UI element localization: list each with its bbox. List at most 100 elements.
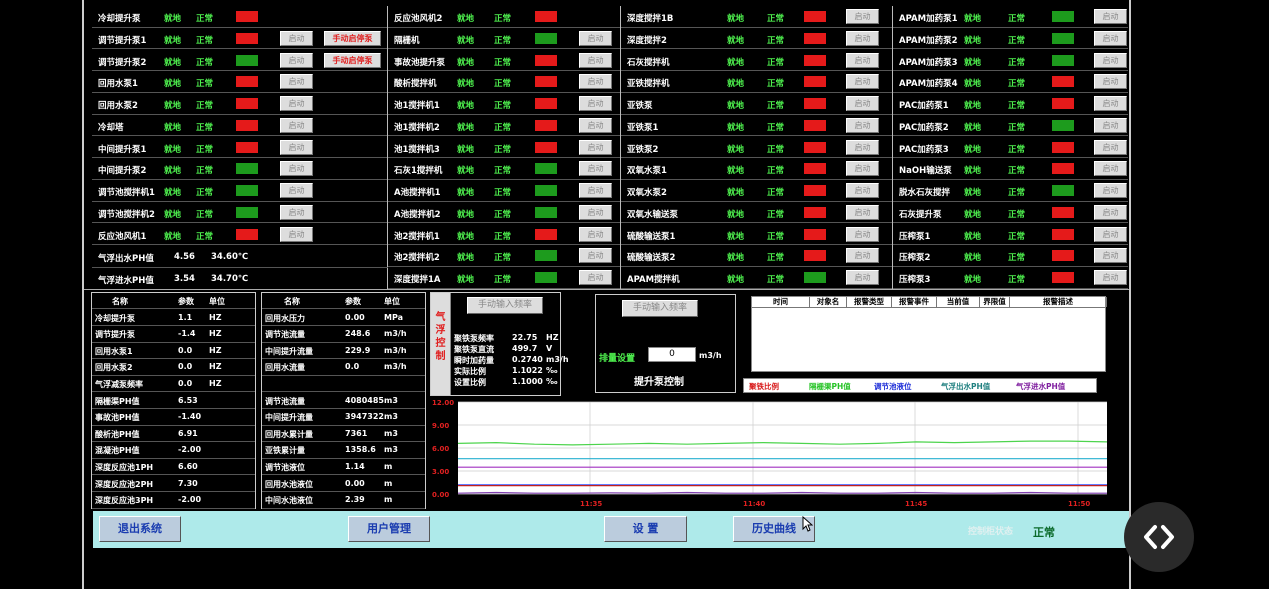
start-button[interactable]: 启动 [579,270,612,285]
equipment-name: APAM加药泵1 [899,14,958,24]
start-button[interactable]: 启动 [280,226,313,242]
x-tick-label: 11:50 [1068,500,1090,508]
vertical-label-char: 制 [435,351,446,362]
start-button[interactable]: 启动 [1094,9,1127,24]
chart-legend: 聚铁比例 隔栅渠PH值 调节池液位 气浮出水PH值 气浮进水PH值 [743,378,1097,393]
mode-label: 就地 [964,79,982,90]
mode-label: 就地 [964,209,982,220]
manual-start-stop-button[interactable]: 手动启停泵 [324,30,381,46]
status-label: 正常 [196,14,214,24]
start-button[interactable]: 启动 [846,161,879,177]
mode-label: 就地 [727,209,745,220]
start-button[interactable]: 启动 [579,139,612,155]
start-button[interactable]: 启动 [1094,96,1127,111]
start-button[interactable]: 启动 [579,226,612,242]
start-button[interactable]: 启动 [579,74,612,90]
start-button[interactable]: 启动 [1094,30,1127,46]
param-name: 亚铁累计量 [265,446,305,456]
y-tick-label: 12.00 [432,399,454,407]
start-button[interactable]: 启动 [280,139,313,155]
table-row: 气浮减泵频率 0.0 HZ [92,376,255,393]
start-button[interactable]: 启动 [280,204,313,220]
mode-label: 就地 [964,188,982,198]
start-button[interactable]: 启动 [280,183,313,198]
alarm-table[interactable]: 时间 对象名 报警类型 报警事件 当前值 界限值 报警描述 [751,296,1107,372]
mode-label: 就地 [164,35,182,46]
start-button[interactable]: 启动 [1094,74,1127,90]
start-button[interactable]: 启动 [846,139,879,155]
manual-start-stop-button[interactable]: 手动启停泵 [324,52,381,68]
settings-button[interactable]: 设 置 [604,516,687,542]
start-button[interactable]: 启动 [1094,183,1127,198]
start-button[interactable]: 启动 [1094,52,1127,68]
exit-system-button[interactable]: 退出系统 [99,516,181,542]
start-button[interactable]: 启动 [579,204,612,220]
start-button[interactable]: 启动 [280,30,313,46]
status-label: 正常 [1008,79,1026,90]
start-button[interactable]: 启动 [579,30,612,46]
status-indicator [535,54,557,66]
start-button[interactable]: 启动 [846,30,879,46]
status-label: 正常 [1008,57,1026,68]
flow-setting-input[interactable]: 0 [648,347,696,362]
start-button[interactable]: 启动 [280,52,313,68]
start-button[interactable]: 启动 [1094,161,1127,177]
start-button[interactable]: 启动 [579,96,612,111]
equipment-row: APAM加药泵1 就地 正常 启动 [893,6,1128,28]
start-button[interactable]: 启动 [579,52,612,68]
mode-label: 就地 [457,79,475,90]
start-button[interactable]: 启动 [1094,204,1127,220]
start-button[interactable]: 启动 [579,117,612,133]
manual-frequency-button[interactable]: 手动输入频率 [467,297,543,314]
status-indicator [535,272,557,283]
equipment-row: NaOH输送泵 就地 正常 启动 [893,158,1128,180]
start-button[interactable]: 启动 [846,183,879,198]
start-button[interactable]: 启动 [846,117,879,133]
status-label: 正常 [767,79,785,90]
table-row: 调节池流量 248.6 m3/h [262,326,425,343]
status-label: 正常 [1008,188,1026,198]
status-label: 正常 [767,275,785,285]
mode-label: 就地 [457,57,475,68]
vertical-label-char: 控 [435,338,446,349]
start-button[interactable]: 启动 [1094,226,1127,242]
column-header: 参数 [345,297,361,306]
status-label: 正常 [494,122,512,133]
equipment-row: 调节提升泵1 就地 正常 启动 手动启停泵 [92,28,387,50]
param-name: 气浮减泵频率 [95,380,143,389]
air-float-control-label[interactable]: 气浮控制 [431,293,451,395]
start-button[interactable]: 启动 [846,52,879,68]
start-button[interactable]: 启动 [846,270,879,285]
floating-code-button[interactable] [1124,502,1194,572]
start-button[interactable]: 启动 [846,204,879,220]
start-button[interactable]: 启动 [280,96,313,111]
start-button[interactable]: 启动 [280,161,313,177]
user-management-button[interactable]: 用户管理 [348,516,430,542]
start-button[interactable]: 启动 [846,96,879,111]
start-button[interactable]: 启动 [846,74,879,90]
status-label: 正常 [767,231,785,242]
mode-label: 就地 [727,57,745,68]
ph-reading-row: 气浮出水PH值 4.56 34.60℃ [92,246,388,268]
start-button[interactable]: 启动 [846,9,879,24]
status-indicator [236,11,258,22]
start-button[interactable]: 启动 [1094,270,1127,285]
start-button[interactable]: 启动 [846,248,879,264]
start-button[interactable]: 启动 [579,161,612,177]
start-button[interactable]: 启动 [280,117,313,133]
start-button[interactable]: 启动 [280,74,313,90]
table-row: 混凝池PH值 -2.00 [92,442,255,459]
start-button[interactable]: 启动 [1094,139,1127,155]
start-button[interactable]: 启动 [1094,248,1127,264]
param-unit: m3 [384,412,398,422]
start-button[interactable]: 启动 [1094,117,1127,133]
status-indicator [1052,250,1074,262]
status-indicator [1052,76,1074,88]
pump-manual-frequency-button[interactable]: 手动输入频率 [622,300,698,317]
start-button[interactable]: 启动 [846,226,879,242]
table-row: 回用水池液位 0.00 m [262,476,425,492]
equipment-name: 脱水石灰搅拌 [899,188,951,198]
start-button[interactable]: 启动 [579,183,612,198]
start-button[interactable]: 启动 [579,248,612,264]
status-indicator [804,206,826,218]
